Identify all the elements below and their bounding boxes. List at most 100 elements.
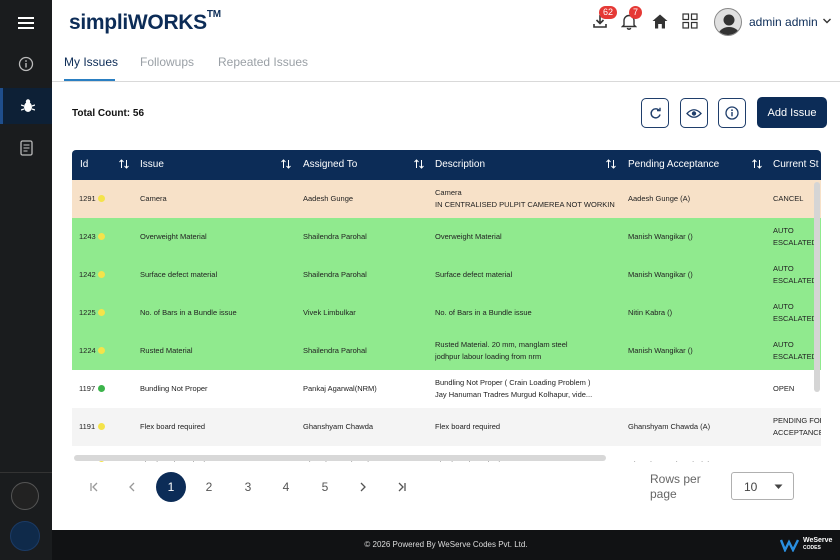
status-dot	[98, 309, 105, 316]
cell-id: 1225	[79, 308, 96, 317]
footer-logo-line1: WeServe	[803, 537, 833, 544]
column-header-assigned-to[interactable]: Assigned To	[303, 159, 357, 170]
cell-id: 1243	[79, 232, 96, 241]
hamburger-icon	[18, 17, 34, 29]
last-page-button[interactable]	[387, 472, 417, 502]
apps-button[interactable]	[679, 10, 701, 32]
notification-badge: 7	[629, 6, 643, 19]
table-header: Id Issue Assigned To Description Pending…	[72, 150, 821, 180]
sort-icon[interactable]	[751, 158, 763, 170]
cell-issue: Surface defect material	[140, 270, 218, 279]
sidebar-footer	[0, 472, 52, 560]
info-icon	[18, 56, 34, 72]
cell-description: Camera	[435, 188, 462, 197]
info-icon	[725, 106, 739, 120]
table-row[interactable]: 1225 No. of Bars in a Bundle issue Vivek L…	[72, 294, 821, 332]
cell-assigned-to: Pankaj Agarwal(NRM)	[303, 384, 377, 393]
chevron-down-icon[interactable]	[822, 14, 832, 28]
column-header-pending-acceptance[interactable]: Pending Acceptance	[628, 159, 719, 170]
cell-assigned-to: Shailendra Parohal	[303, 270, 367, 279]
tab-repeated-issues[interactable]: Repeated Issues	[218, 55, 308, 69]
home-button[interactable]	[649, 10, 671, 32]
sidebar-item-issues[interactable]	[0, 88, 52, 124]
status-dot	[98, 461, 105, 462]
chevron-left-icon	[129, 482, 135, 492]
table-row[interactable]: 1243 Overweight Material Shailendra Paroha…	[72, 218, 821, 256]
sidebar-user-avatar[interactable]	[11, 482, 39, 510]
table-row[interactable]: 1291 Camera Aadesh Gunge Camera IN CENTRALIS…	[72, 180, 821, 218]
chevron-right-icon	[360, 482, 366, 492]
cell-description: Flex board required	[435, 422, 501, 431]
info-button[interactable]	[718, 98, 746, 128]
rows-per-page-value: 10	[744, 480, 758, 494]
username[interactable]: admin admin	[749, 15, 818, 29]
cell-current-status: PENDING FOR	[773, 416, 821, 425]
sidebar-company-avatar[interactable]	[10, 521, 40, 551]
tab-followups[interactable]: Followups	[140, 55, 194, 69]
cell-issue: Flex board required	[140, 422, 206, 431]
cell-id: 1191	[79, 422, 96, 431]
sort-icon[interactable]	[605, 158, 617, 170]
status-dot	[98, 423, 105, 430]
horizontal-scrollbar[interactable]	[74, 455, 606, 461]
app-logo[interactable]: simpliWORKSTM	[69, 9, 221, 35]
eye-icon	[686, 108, 702, 118]
cell-id: 1224	[79, 346, 96, 355]
first-page-icon	[90, 482, 98, 492]
cell-current-status-line2: ACCEPTANCE	[773, 428, 821, 437]
download-button[interactable]: 62	[589, 6, 618, 32]
page-button-4[interactable]: 4	[271, 472, 301, 502]
tab-bar: My Issues Followups Repeated Issues	[52, 46, 840, 82]
column-header-id[interactable]: Id	[80, 159, 88, 170]
cell-issue: Bundling Not Proper	[140, 384, 208, 393]
cell-issue: Camera	[140, 194, 167, 203]
sort-icon[interactable]	[118, 158, 130, 170]
column-header-issue[interactable]: Issue	[140, 159, 164, 170]
active-tab-indicator	[64, 79, 115, 81]
logo-tm: TM	[206, 9, 221, 20]
refresh-button[interactable]	[641, 98, 669, 128]
cell-id: 1242	[79, 270, 96, 279]
view-button[interactable]	[680, 98, 708, 128]
next-page-button[interactable]	[348, 472, 378, 502]
page-button-2[interactable]: 2	[194, 472, 224, 502]
tab-my-issues[interactable]: My Issues	[64, 55, 118, 69]
add-issue-button[interactable]: Add Issue	[757, 97, 827, 128]
status-dot	[98, 271, 105, 278]
weserve-logo-icon	[780, 538, 800, 552]
notifications-button[interactable]: 7	[618, 6, 643, 32]
cell-description: Bundling Not Proper ( Crain Loading Prob…	[435, 378, 591, 387]
table-row[interactable]: 1197 Bundling Not Proper Pankaj Agarwal(NR…	[72, 370, 821, 408]
column-header-current-status[interactable]: Current St	[773, 159, 819, 170]
page-button-1[interactable]: 1	[156, 472, 186, 502]
first-page-button[interactable]	[79, 472, 109, 502]
cell-current-status: PENDING FOR	[773, 460, 821, 462]
table-row[interactable]: 1242 Surface defect material Shailendra Pa…	[72, 256, 821, 294]
table-row[interactable]: 1224 Rusted Material Shailendra Parohal Rus…	[72, 332, 821, 370]
sort-icon[interactable]	[413, 158, 425, 170]
table-row[interactable]: 1191 Flex board required Ghanshyam Chawda F…	[72, 408, 821, 446]
page-button-5[interactable]: 5	[310, 472, 340, 502]
page-button-3[interactable]: 3	[233, 472, 263, 502]
prev-page-button[interactable]	[117, 472, 147, 502]
cell-pending-acceptance: Manish Wangikar ()	[628, 232, 693, 241]
rows-per-page-label: Rows per page	[650, 472, 701, 501]
cell-assigned-to: Shailendra Parohal	[303, 232, 367, 241]
column-header-description[interactable]: Description	[435, 159, 485, 170]
total-count: Total Count: 56	[72, 108, 145, 119]
cell-assigned-to: Ghanshyam Chawda	[303, 422, 374, 431]
cell-description-line2: IN CENTRALISED PULPIT CAMEREA NOT WORKIN…	[435, 200, 615, 209]
menu-toggle[interactable]	[0, 5, 52, 41]
cell-id: 1291	[79, 194, 96, 203]
vertical-scrollbar[interactable]	[814, 182, 820, 392]
sidebar-item-reports[interactable]	[0, 130, 52, 166]
rows-per-page-select[interactable]: 10	[731, 472, 794, 500]
cell-pending-acceptance: Ghanshyam Chawda (A)	[628, 422, 711, 431]
sidebar-item-info[interactable]	[0, 46, 52, 82]
caret-down-icon	[774, 484, 783, 489]
download-badge: 62	[599, 6, 618, 19]
cell-pending-acceptance: Manish Wangikar ()	[628, 270, 693, 279]
cell-description: Overweight Material	[435, 232, 502, 241]
user-avatar[interactable]	[714, 8, 742, 36]
sort-icon[interactable]	[280, 158, 292, 170]
